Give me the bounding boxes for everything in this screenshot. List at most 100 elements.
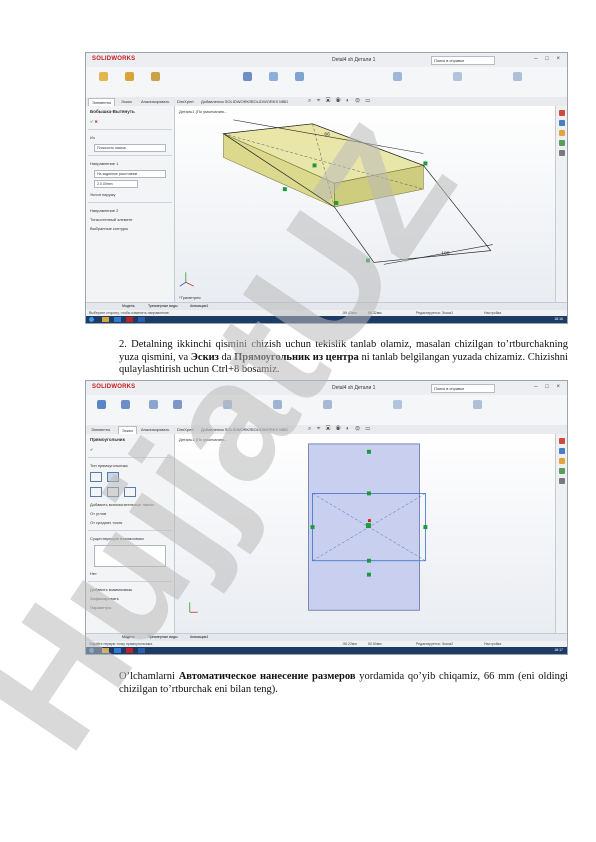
existing-relations-section[interactable]: Существующие взаимосвязи [86, 534, 174, 543]
folder-icon[interactable] [558, 458, 565, 464]
status-config[interactable]: Настройка [484, 642, 501, 646]
center-handle[interactable] [365, 523, 371, 529]
folder-icon[interactable] [558, 130, 565, 136]
from-corners-radio[interactable]: От углов [86, 509, 174, 518]
graphics-area[interactable]: Деталь1 (По умолчанию... [175, 434, 556, 634]
library-icon[interactable] [558, 120, 565, 126]
home-icon[interactable] [558, 438, 565, 444]
3point-center-rect-icon[interactable] [107, 487, 120, 497]
depth-field[interactable]: 2.0.00mm [94, 180, 138, 188]
ok-icon[interactable]: ✔ [86, 445, 174, 454]
tab-sketch[interactable]: Эскиз [118, 426, 137, 434]
tab-addins[interactable]: Добавления SOLIDWORKS [198, 98, 255, 105]
sweep-boss-button[interactable] [144, 71, 166, 93]
corner-rect-icon[interactable] [90, 472, 102, 482]
revolve-boss-button[interactable] [118, 71, 140, 93]
tab-animation[interactable]: Анимация1 [190, 635, 208, 639]
sketch-point[interactable] [312, 163, 317, 168]
browser-icon[interactable] [114, 648, 121, 653]
rectangle-type-buttons-2[interactable] [86, 485, 174, 500]
midpoint-handle[interactable] [366, 491, 371, 496]
quick-snaps-button[interactable] [466, 399, 488, 421]
tab-addins[interactable]: Добавления SOLIDWORKS [198, 426, 255, 433]
browser-icon[interactable] [114, 317, 121, 322]
extrude-boss-button[interactable] [92, 71, 114, 93]
properties-icon[interactable] [558, 478, 565, 484]
palette-icon[interactable] [558, 468, 565, 474]
library-icon[interactable] [558, 448, 565, 454]
tab-mbd[interactable]: SOLIDWORKS MBD [248, 426, 291, 433]
tab-analyze[interactable]: Анализировать [138, 426, 172, 433]
tab-features[interactable]: Элементы [88, 426, 113, 433]
add-relation-section[interactable]: Добавить взаимосвязь [86, 585, 174, 594]
sketch-point[interactable] [334, 201, 339, 205]
parallelogram-icon[interactable] [124, 487, 137, 497]
view-toolbar[interactable]: ⌕ ⌖ ▣ ◉ ◐ ⚙ ▭ [308, 98, 372, 105]
rectangle-type-buttons[interactable] [86, 470, 174, 485]
trim-button[interactable] [216, 399, 238, 421]
start-icon[interactable] [89, 317, 94, 322]
sketch-point[interactable] [423, 161, 428, 166]
relations-list[interactable] [94, 545, 166, 567]
corner-handle[interactable] [366, 449, 371, 454]
word-icon[interactable] [138, 317, 145, 322]
extrude-cut-button[interactable] [236, 71, 258, 93]
midpoint-handle[interactable] [310, 525, 315, 530]
window-controls[interactable]: – □ × [534, 384, 563, 390]
explorer-icon[interactable] [102, 648, 109, 653]
ok-cancel-icons[interactable]: ✔ ✖ [86, 117, 174, 126]
direction1-section[interactable]: Направление 1 [86, 159, 174, 168]
sketch-point[interactable] [282, 187, 287, 192]
palette-icon[interactable] [558, 140, 565, 146]
sketch-point[interactable] [365, 258, 370, 263]
rectangle-type-section[interactable]: Тип прямоугольника [86, 461, 174, 470]
graphics-area[interactable]: Деталь1 (По умолчанию... 66 180 *Триметр… [175, 106, 556, 303]
solidworks-taskbar-icon[interactable] [126, 317, 133, 322]
tab-animation[interactable]: Анимация1 [190, 304, 208, 308]
mirror-button[interactable] [316, 399, 338, 421]
line-button[interactable] [142, 399, 164, 421]
midpoint-handle[interactable] [423, 525, 428, 530]
add-construction-checkbox[interactable]: Добавить вспомогательные линии [86, 500, 174, 509]
tab-dimxpert[interactable]: DimXpert [174, 426, 197, 433]
3point-rect-icon[interactable] [90, 487, 102, 497]
rectangle-button[interactable] [166, 399, 188, 421]
convert-entities-button[interactable] [266, 399, 288, 421]
tab-analyze[interactable]: Анализировать [138, 98, 172, 105]
tab-model[interactable]: Модель [122, 635, 135, 639]
window-controls[interactable]: – □ × [534, 56, 563, 62]
curves-button[interactable] [446, 71, 468, 93]
properties-icon[interactable] [558, 150, 565, 156]
draft-outward-checkbox[interactable]: Уклон наружу [86, 190, 174, 199]
word-icon[interactable] [138, 648, 145, 653]
tab-sketch[interactable]: Эскиз [118, 98, 135, 105]
parameters-section[interactable]: Параметры [86, 603, 174, 612]
from-section[interactable]: Из [86, 133, 174, 142]
smart-dimension-button[interactable] [114, 399, 136, 421]
direction2-section[interactable]: Направление 2 [86, 206, 174, 215]
reference-geometry-button[interactable] [386, 71, 408, 93]
corner-handle[interactable] [367, 519, 371, 523]
display-relations-button[interactable] [386, 399, 408, 421]
from-midpoints-radio[interactable]: От средних точек [86, 518, 174, 527]
explorer-icon[interactable] [102, 317, 109, 322]
check-icon[interactable]: ✔ [90, 119, 93, 124]
exit-sketch-button[interactable] [90, 399, 112, 421]
fillet-button[interactable] [262, 71, 284, 93]
status-config[interactable]: Настройка [484, 311, 501, 315]
pattern-button[interactable] [288, 71, 310, 93]
home-icon[interactable] [558, 110, 565, 116]
fix-relation-item[interactable]: Зафиксировать [86, 594, 174, 603]
close-icon[interactable]: ✖ [94, 119, 97, 124]
center-rect-icon[interactable] [107, 472, 120, 482]
selected-contours-section[interactable]: Выбранные контуры [86, 224, 174, 233]
midpoint-handle[interactable] [366, 558, 371, 563]
check-icon[interactable]: ✔ [90, 447, 93, 452]
view-toolbar[interactable]: ⌕ ⌖ ▣ ◉ ◐ ⚙ ▭ [308, 426, 372, 433]
tab-model[interactable]: Модель [122, 304, 135, 308]
tab-3d-views[interactable]: Трехмерные виды [148, 635, 178, 639]
tab-3d-views[interactable]: Трехмерные виды [148, 304, 178, 308]
tab-dimxpert[interactable]: DimXpert [174, 98, 197, 105]
tab-mbd[interactable]: SOLIDWORKS MBD [248, 98, 291, 105]
end-condition-select[interactable]: На заданное расстояние [94, 170, 166, 178]
